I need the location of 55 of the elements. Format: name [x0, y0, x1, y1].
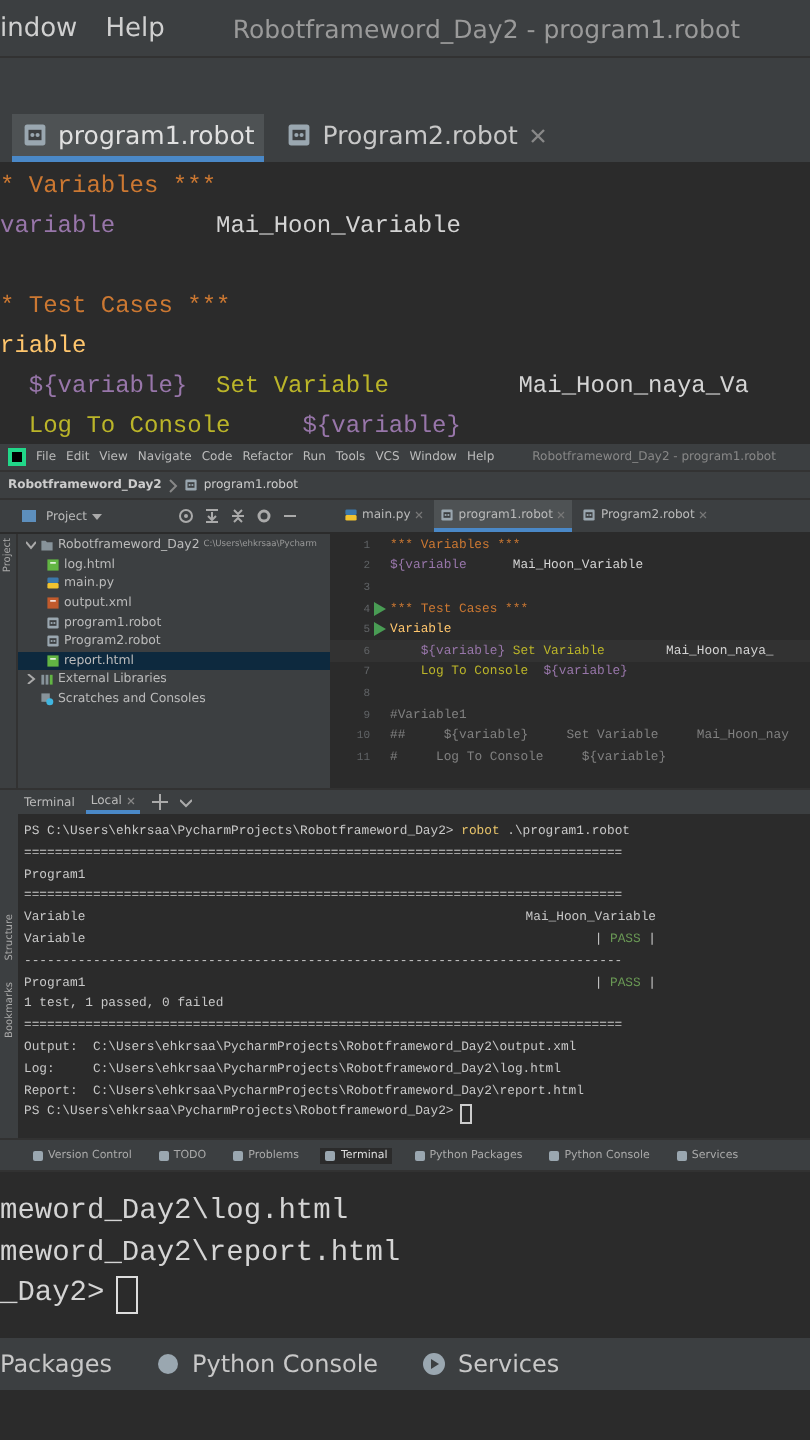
code-token: variable [0, 210, 118, 244]
settings-icon [255, 508, 272, 524]
robot-file-icon [22, 122, 48, 148]
chevron-right-icon[interactable] [26, 674, 36, 685]
chevron-down-icon[interactable] [26, 540, 36, 551]
close-icon [527, 125, 548, 145]
python-file-icon [344, 507, 358, 521]
terminal-line: meword_Day2\log.html [0, 1196, 349, 1229]
target-icon [177, 508, 194, 524]
code-token: Log To Console [26, 410, 233, 444]
close-icon [414, 509, 425, 519]
scratch-icon [40, 692, 54, 707]
robot-file-icon [440, 507, 455, 521]
code-token: ${variable} [26, 370, 190, 404]
code-token: riable [0, 330, 87, 364]
code-token: Mai_Hoon_Variable [216, 210, 461, 244]
robot-file-icon [46, 615, 60, 630]
menu-item[interactable]: Help [105, 13, 165, 43]
robot-file-icon [183, 478, 198, 492]
close-icon [125, 795, 136, 805]
html-file-icon [46, 557, 60, 572]
library-icon [40, 672, 54, 687]
editor-tab[interactable]: program1.robot [12, 114, 265, 162]
tool-window-button[interactable]: Services [422, 1350, 560, 1378]
code-token: Set Variable [216, 370, 391, 404]
expand-all-icon [203, 508, 220, 524]
close-icon [698, 509, 709, 519]
robot-file-icon [46, 634, 60, 649]
window-title: Robotframeword_Day2 - program1.robot [232, 13, 741, 43]
robot-file-icon [286, 122, 313, 148]
close-icon [556, 509, 567, 519]
code-token: ${variable} [302, 410, 461, 444]
plus-icon [151, 794, 168, 810]
chevron-down-icon [179, 797, 192, 807]
code-token: * Test Cases *** [0, 290, 231, 324]
caret-down-icon [91, 513, 102, 519]
app-logo-icon [8, 448, 26, 466]
panel-icon [22, 508, 36, 524]
folder-icon [40, 538, 54, 553]
editor-tab[interactable]: Program2.robot [276, 114, 558, 162]
collapse-all-icon [229, 508, 246, 524]
robot-file-icon [582, 507, 597, 521]
terminal-line: _Day2> [0, 1278, 105, 1311]
chevron-right-icon [167, 477, 178, 493]
code-token: Mai_Hoon_naya_Va [518, 370, 749, 404]
xml-file-icon [46, 596, 60, 611]
menu-item[interactable]: indow [0, 13, 78, 43]
html-file-icon [46, 653, 60, 668]
python-file-icon [46, 576, 60, 591]
run-icon[interactable] [374, 622, 386, 637]
terminal-line: meword_Day2\report.html [0, 1237, 401, 1270]
tool-window-button[interactable]: Python Console [156, 1350, 379, 1378]
run-icon[interactable] [374, 601, 386, 616]
code-token: * Variables *** [0, 170, 217, 204]
tool-window-button[interactable]: Packages [0, 1350, 112, 1378]
